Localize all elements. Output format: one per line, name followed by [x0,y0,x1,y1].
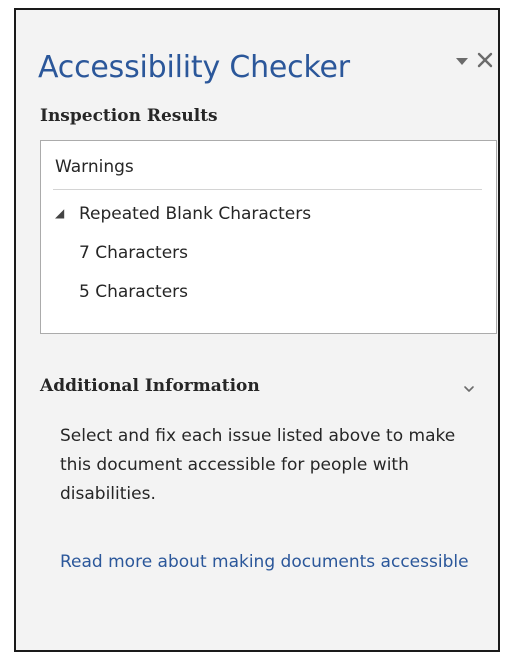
chevron-down-icon [464,386,474,392]
additional-information-description: Select and fix each issue listed above t… [60,426,456,504]
inspection-results-list: Warnings ◢ Repeated Blank Characters 7 Ch… [40,140,497,334]
issue-item-7-characters[interactable]: 7 Characters [79,243,188,269]
inspection-results-heading: Inspection Results [40,106,218,126]
issue-category-repeated-blank-characters[interactable]: ◢ Repeated Blank Characters [55,204,311,230]
dropdown-arrow-icon [456,58,468,65]
read-more-link[interactable]: Read more about making documents accessi… [60,548,480,577]
group-divider [53,189,482,190]
additional-information-heading: Additional Information [40,376,260,396]
issue-category-label: Repeated Blank Characters [79,204,312,224]
accessibility-checker-pane: Accessibility Checker Inspection Results… [14,8,500,652]
warnings-group-header: Warnings [55,157,134,177]
issue-item-5-characters[interactable]: 5 Characters [79,282,188,308]
expanded-triangle-icon[interactable]: ◢ [55,206,79,220]
additional-information-toggle[interactable] [462,382,476,396]
pane-options-button[interactable] [454,53,470,69]
pane-close-button[interactable] [476,50,494,70]
close-icon [477,52,493,68]
pane-title: Accessibility Checker [38,50,350,85]
